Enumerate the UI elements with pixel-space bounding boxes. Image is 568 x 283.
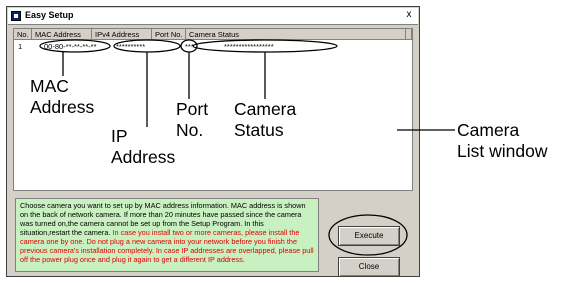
annotation-ip-line1: IP (111, 126, 128, 146)
easy-setup-dialog: Easy Setup x No. MAC Address IPv4 Addres… (6, 6, 420, 277)
app-icon (11, 11, 21, 21)
annotation-status-line1: Camera (234, 99, 297, 119)
column-header-mac-address[interactable]: MAC Address (32, 29, 92, 40)
list-header: No. MAC Address IPv4 Address Port No. Ca… (14, 29, 412, 41)
window-title: Easy Setup (25, 10, 74, 20)
column-header-no[interactable]: No. (14, 29, 32, 40)
row-number: 1 (18, 42, 23, 51)
annotation-list-window-line1: Camera (457, 120, 520, 140)
annotation-list-window-line2: List window (457, 141, 548, 161)
column-header-camera-status[interactable]: Camera Status (186, 29, 406, 40)
annotation-status-line2: Status (234, 120, 284, 140)
instructions-panel: Choose camera you want to set up by MAC … (15, 198, 319, 272)
row-mac-address: 00-80-**-**-**-** (44, 42, 97, 51)
column-header-port-no[interactable]: Port No. (152, 29, 186, 40)
annotation-ip-line2: Address (111, 147, 176, 167)
annotation-port-line2: No. (176, 120, 204, 140)
annotation-port-line1: Port (176, 99, 209, 119)
table-row[interactable]: 1 00-80-**-**-**-** ********** *** *****… (14, 42, 412, 52)
title-bar: Easy Setup x (8, 8, 418, 25)
annotation-mac-line2: Address (30, 97, 95, 117)
column-header-filler (406, 29, 412, 40)
annotation-mac-line1: MAC (30, 76, 69, 96)
row-camera-status: ***************** (224, 42, 274, 51)
row-port-no: *** (185, 42, 194, 51)
close-icon[interactable]: x (403, 9, 415, 21)
row-ipv4-address: ********** (116, 42, 146, 51)
column-header-ipv4-address[interactable]: IPv4 Address (92, 29, 152, 40)
execute-button[interactable]: Execute (338, 226, 400, 246)
close-button[interactable]: Close (338, 257, 400, 277)
